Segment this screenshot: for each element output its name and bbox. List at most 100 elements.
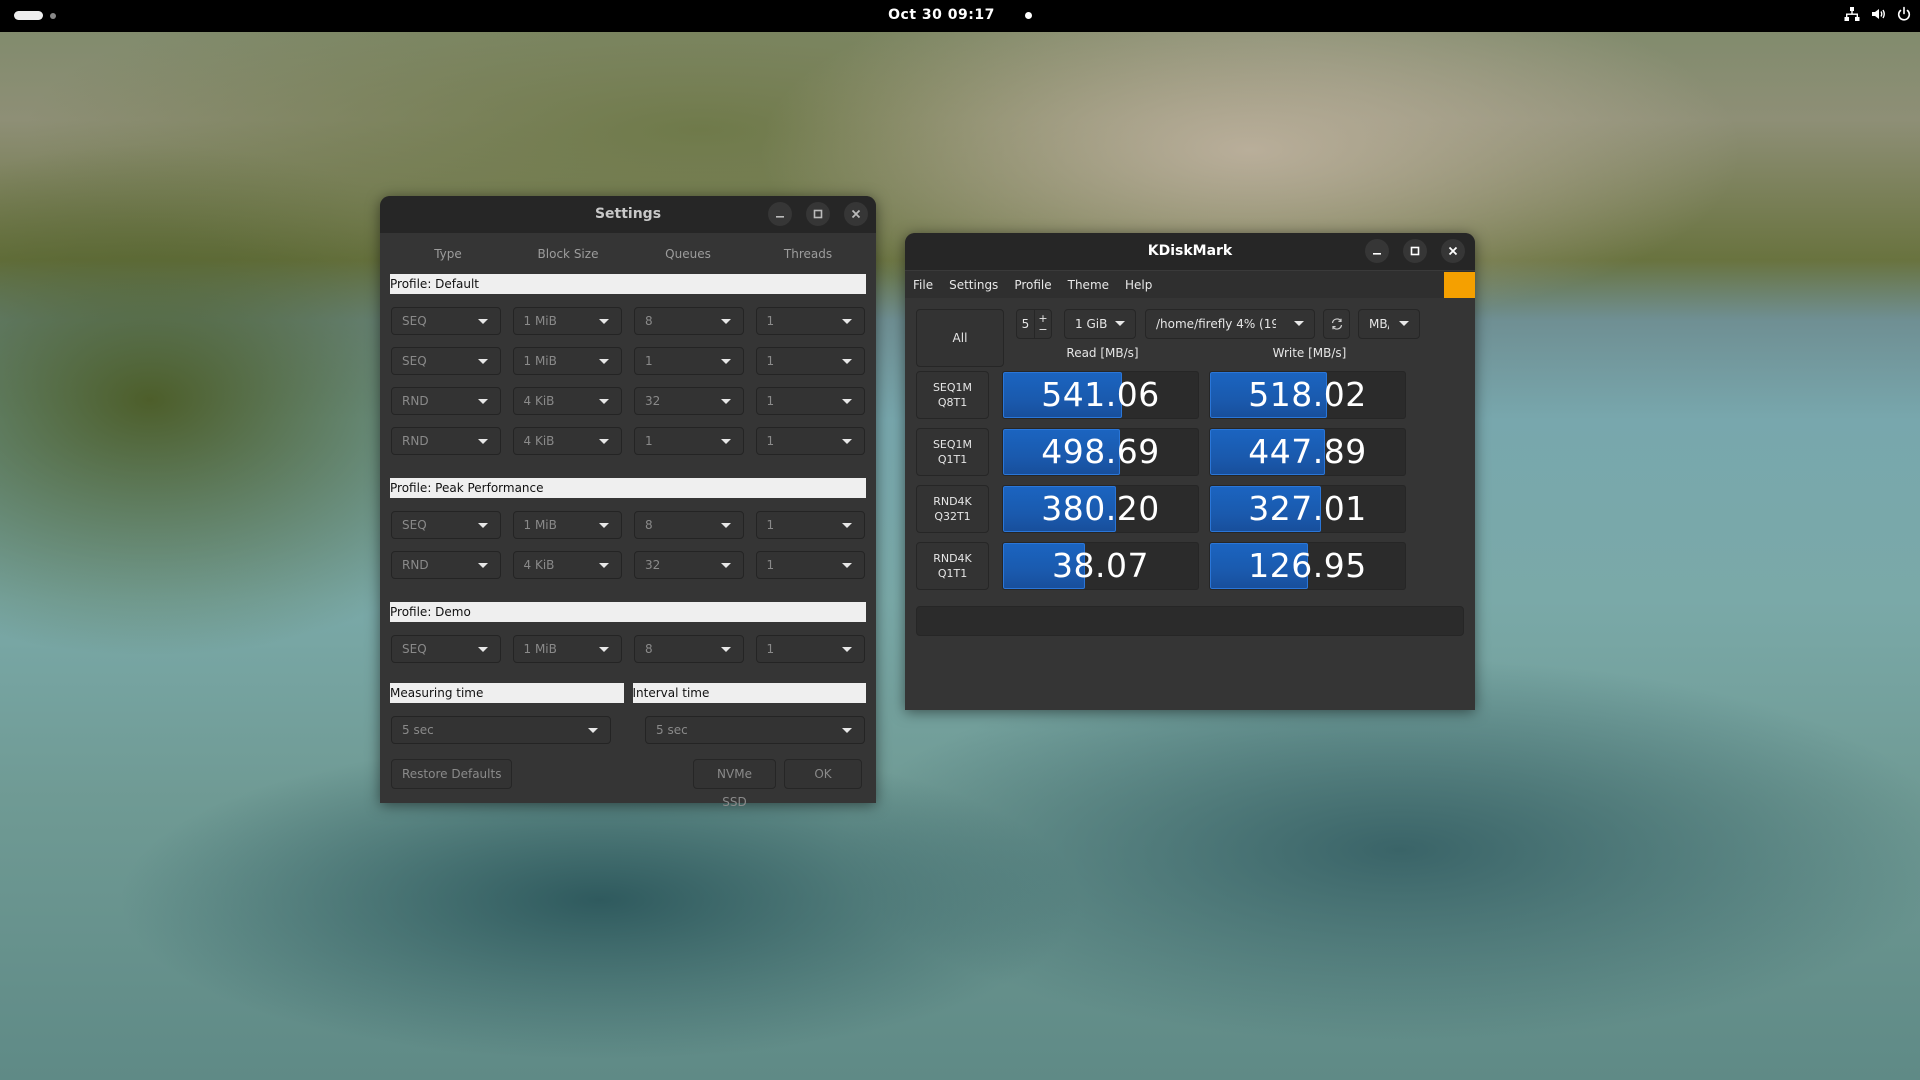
kdiskmark-titlebar[interactable]: KDiskMark [905, 233, 1475, 270]
network-icon[interactable] [1844, 6, 1860, 22]
power-icon[interactable] [1896, 6, 1912, 22]
block-size-select[interactable]: 1 MiB [512, 347, 622, 375]
chevron-down-icon [477, 359, 488, 364]
menu-help[interactable]: Help [1125, 278, 1152, 292]
close-button[interactable] [1441, 239, 1465, 263]
queues-select[interactable]: 32 [634, 387, 744, 415]
type-select[interactable]: SEQ [391, 347, 501, 375]
test-run-button[interactable]: RND4K Q1T1 [916, 542, 989, 590]
threads-value: 1 [766, 314, 775, 328]
chevron-down-icon [588, 728, 598, 733]
test-run-button[interactable]: SEQ1M Q8T1 [916, 371, 989, 419]
menu-theme[interactable]: Theme [1068, 278, 1109, 292]
volume-icon[interactable] [1870, 6, 1886, 22]
column-header-block-size: Block Size [537, 247, 599, 261]
threads-select[interactable]: 1 [755, 551, 865, 579]
nvme-ssd-button[interactable]: NVMe SSD [693, 759, 776, 809]
chevron-down-icon [599, 647, 609, 652]
clock-text[interactable]: Oct 30 09:17 [888, 7, 995, 23]
run-all-button[interactable]: All [916, 309, 1004, 367]
decrement-icon[interactable]: − [1038, 324, 1047, 335]
profile-label: Profile: Default [390, 274, 866, 294]
queues-value: 8 [645, 518, 653, 532]
refresh-targets-button[interactable] [1323, 309, 1350, 339]
maximize-button[interactable] [1403, 239, 1427, 263]
chevron-down-icon [599, 523, 609, 528]
type-select[interactable]: SEQ [391, 307, 501, 335]
measuring-time-value: 5 sec [402, 723, 434, 737]
test-label: RND4K [933, 552, 972, 565]
chevron-down-icon [720, 647, 731, 652]
profiles-container: Profile: Default SEQ 1 MiB 8 1 SEQ 1 MiB 1 1 RND 4… [380, 274, 876, 663]
interval-time-select[interactable]: 5 sec [645, 716, 865, 744]
write-result-cell: 518.02 [1209, 371, 1406, 419]
threads-value: 1 [766, 354, 775, 368]
threads-select[interactable]: 1 [755, 307, 865, 335]
minimize-icon [776, 216, 784, 218]
chevron-down-icon [1115, 321, 1125, 326]
type-select[interactable]: RND [391, 387, 501, 415]
type-select[interactable]: SEQ [391, 511, 501, 539]
ok-button[interactable]: OK [784, 759, 862, 789]
threads-select[interactable]: 1 [755, 347, 865, 375]
test-run-button[interactable]: SEQ1M Q1T1 [916, 428, 989, 476]
chevron-down-icon [1294, 321, 1304, 326]
queues-select[interactable]: 1 [634, 427, 744, 455]
runs-value[interactable]: 5 [1017, 310, 1035, 338]
system-tray[interactable] [1844, 6, 1912, 22]
kdiskmark-body: All 5 + − 1 GiB /home/firefly 4% (19.0 M… [905, 298, 1475, 710]
minimize-button[interactable] [1365, 239, 1389, 263]
test-run-button[interactable]: RND4K Q32T1 [916, 485, 989, 533]
threads-select[interactable]: 1 [755, 635, 865, 663]
file-size-select[interactable]: 1 GiB [1064, 309, 1136, 339]
unit-select[interactable]: MB/ [1358, 309, 1420, 339]
queues-select[interactable]: 8 [634, 307, 744, 335]
type-select[interactable]: RND [391, 427, 501, 455]
chevron-down-icon [720, 319, 731, 324]
type-select[interactable]: RND [391, 551, 501, 579]
target-directory-value: /home/firefly 4% (19.0 [1156, 317, 1276, 331]
threads-select[interactable]: 1 [755, 511, 865, 539]
chevron-down-icon [842, 399, 852, 404]
time-labels: Measuring time Interval time [390, 683, 866, 703]
menu-file[interactable]: File [913, 278, 933, 292]
threads-select[interactable]: 1 [755, 427, 865, 455]
queues-select[interactable]: 32 [634, 551, 744, 579]
block-size-select[interactable]: 1 MiB [512, 635, 622, 663]
menu-settings[interactable]: Settings [949, 278, 998, 292]
close-button[interactable] [844, 202, 868, 226]
restore-defaults-button[interactable]: Restore Defaults [391, 759, 513, 789]
test-label: Q1T1 [937, 567, 968, 580]
runs-spinbox[interactable]: 5 + − [1016, 309, 1052, 339]
measuring-time-select[interactable]: 5 sec [391, 716, 611, 744]
target-directory-select[interactable]: /home/firefly 4% (19.0 [1145, 309, 1315, 339]
kdiskmark-title: KDiskMark [1147, 243, 1233, 259]
queues-select[interactable]: 8 [634, 511, 744, 539]
minimize-button[interactable] [768, 202, 792, 226]
maximize-button[interactable] [806, 202, 830, 226]
write-result-cell: 327.01 [1209, 485, 1406, 533]
measuring-time-label: Measuring time [390, 683, 624, 703]
maximize-icon [813, 209, 823, 219]
chevron-down-icon [720, 439, 731, 444]
type-select[interactable]: SEQ [391, 635, 501, 663]
block-size-select[interactable]: 1 MiB [512, 511, 622, 539]
queues-select[interactable]: 8 [634, 635, 744, 663]
block-size-select[interactable]: 4 KiB [512, 551, 622, 579]
queues-select[interactable]: 1 [634, 347, 744, 375]
chevron-down-icon [842, 647, 852, 652]
block-size-select[interactable]: 4 KiB [512, 387, 622, 415]
chevron-down-icon [720, 563, 731, 568]
test-label: SEQ1M [932, 438, 973, 451]
clock[interactable]: Oct 30 09:17 [0, 7, 1920, 23]
test-label: SEQ1M [932, 381, 973, 394]
threads-select[interactable]: 1 [755, 387, 865, 415]
settings-title: Settings [594, 206, 662, 222]
unit-value: MB/ [1369, 317, 1389, 331]
block-size-select[interactable]: 4 KiB [512, 427, 622, 455]
settings-titlebar[interactable]: Settings [380, 196, 876, 233]
menu-profile[interactable]: Profile [1014, 278, 1051, 292]
block-size-select[interactable]: 1 MiB [512, 307, 622, 335]
